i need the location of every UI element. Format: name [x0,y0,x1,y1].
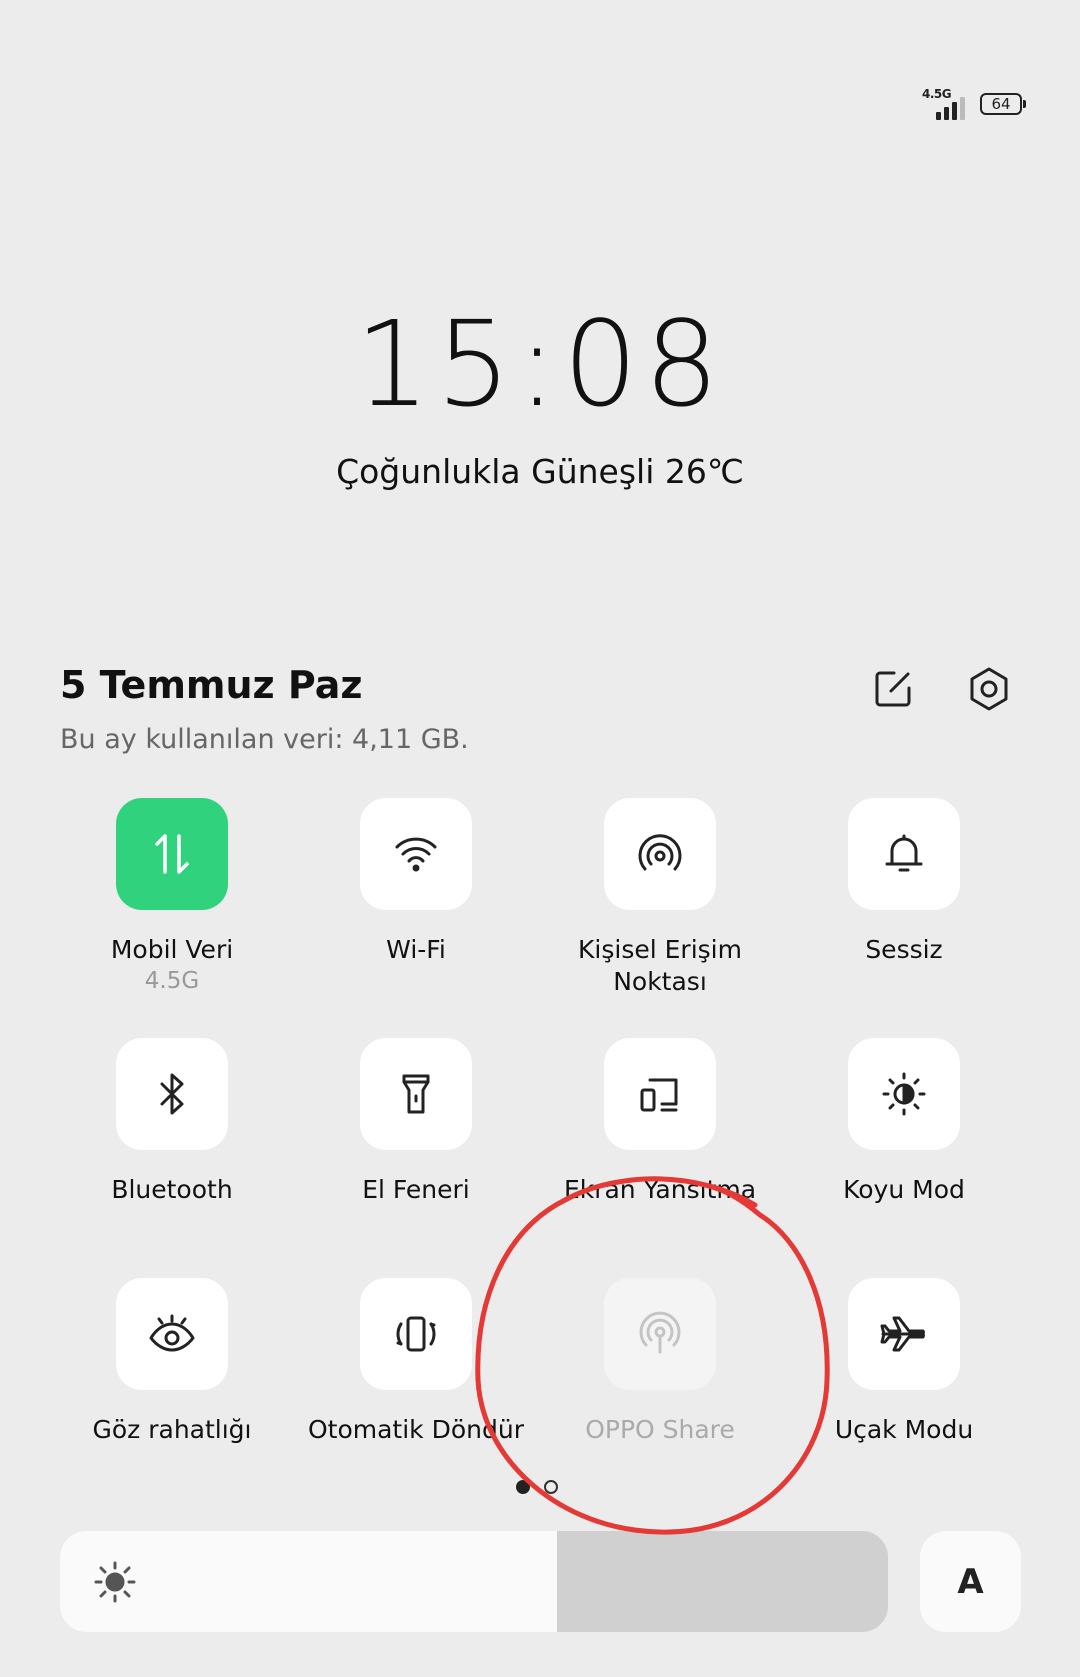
battery-icon: 64 [980,93,1026,115]
tile-screen-cast[interactable]: Ekran Yansıtma [538,1038,782,1278]
tile-sublabel: 4.5G [144,968,200,994]
tile-airplane-mode[interactable]: Uçak Modu [782,1278,1026,1518]
tile-button[interactable] [116,798,228,910]
auto-rotate-icon [396,1316,436,1352]
tile-silent[interactable]: Sessiz [782,798,1026,1038]
settings-button[interactable] [966,666,1012,712]
edit-tiles-button[interactable] [870,666,916,712]
flashlight-icon [402,1074,430,1114]
battery-level: 64 [991,94,1011,113]
wifi-icon [395,837,437,872]
tile-label: Otomatik Döndür [307,1415,524,1444]
quick-settings-grid: Mobil Veri 4.5G Wi-Fi Kişisel Erişim Nok… [50,798,1026,1518]
auto-brightness-button[interactable]: A [920,1531,1021,1632]
tile-wifi[interactable]: Wi-Fi [294,798,538,1038]
panel-date: 5 Temmuz Paz [60,663,363,707]
tile-label: Ekran Yansıtma [563,1175,757,1204]
tile-button[interactable] [848,798,960,910]
tile-oppo-share[interactable]: OPPO Share [538,1278,782,1518]
page-indicator [516,1480,558,1494]
tile-label: Göz rahatlığı [92,1415,252,1444]
tile-eye-comfort[interactable]: Göz rahatlığı [50,1278,294,1518]
tile-dark-mode[interactable]: Koyu Mod [782,1038,1026,1278]
clock: 15:08 [354,295,726,433]
tile-auto-rotate[interactable]: Otomatik Döndür [294,1278,538,1518]
tile-button[interactable] [848,1038,960,1150]
oppo-share-icon [639,1311,681,1354]
tile-button[interactable] [116,1038,228,1150]
eye-comfort-icon [149,1314,195,1352]
tile-label: Sessiz [865,935,943,964]
tile-label: OPPO Share [585,1415,735,1444]
tile-label: El Feneri [362,1175,470,1204]
brightness-icon [94,1561,136,1603]
tile-button[interactable] [360,1038,472,1150]
tile-label: Koyu Mod [843,1175,965,1204]
screen-cast-icon [640,1078,678,1112]
dark-mode-icon [882,1072,926,1116]
tile-label: Uçak Modu [834,1415,974,1444]
page-dot-active[interactable] [516,1480,530,1494]
weather-summary: Çoğunlukla Güneşli 26℃ [336,452,744,491]
tile-button[interactable] [360,1278,472,1390]
tile-label: Bluetooth [111,1175,233,1204]
brightness-slider[interactable] [60,1531,888,1632]
tile-button[interactable] [360,798,472,910]
mobile-data-icon [155,834,189,874]
tile-bluetooth[interactable]: Bluetooth [50,1038,294,1278]
airplane-icon [880,1316,925,1352]
page-dot[interactable] [544,1480,558,1494]
tile-button[interactable] [604,1278,716,1390]
tile-mobile-data[interactable]: Mobil Veri 4.5G [50,798,294,1038]
tile-button[interactable] [116,1278,228,1390]
bell-icon [885,834,923,872]
tile-label: Wi-Fi [386,935,446,964]
status-bar: 4.5G 64 [922,88,1026,120]
tile-button[interactable] [848,1278,960,1390]
tile-button[interactable] [604,798,716,910]
gear-icon [970,667,1008,711]
tile-button[interactable] [604,1038,716,1150]
tile-hotspot[interactable]: Kişisel Erişim Noktası [538,798,782,1038]
tile-label: Kişisel Erişim Noktası [578,935,742,996]
data-usage-text: Bu ay kullanılan veri: 4,11 GB. [60,724,469,755]
tile-flashlight[interactable]: El Feneri [294,1038,538,1278]
signal-strength-icon: 4.5G [922,88,966,120]
edit-icon [875,671,911,707]
tile-label: Mobil Veri [110,935,234,964]
bluetooth-icon [160,1073,184,1115]
hotspot-icon [638,834,682,871]
